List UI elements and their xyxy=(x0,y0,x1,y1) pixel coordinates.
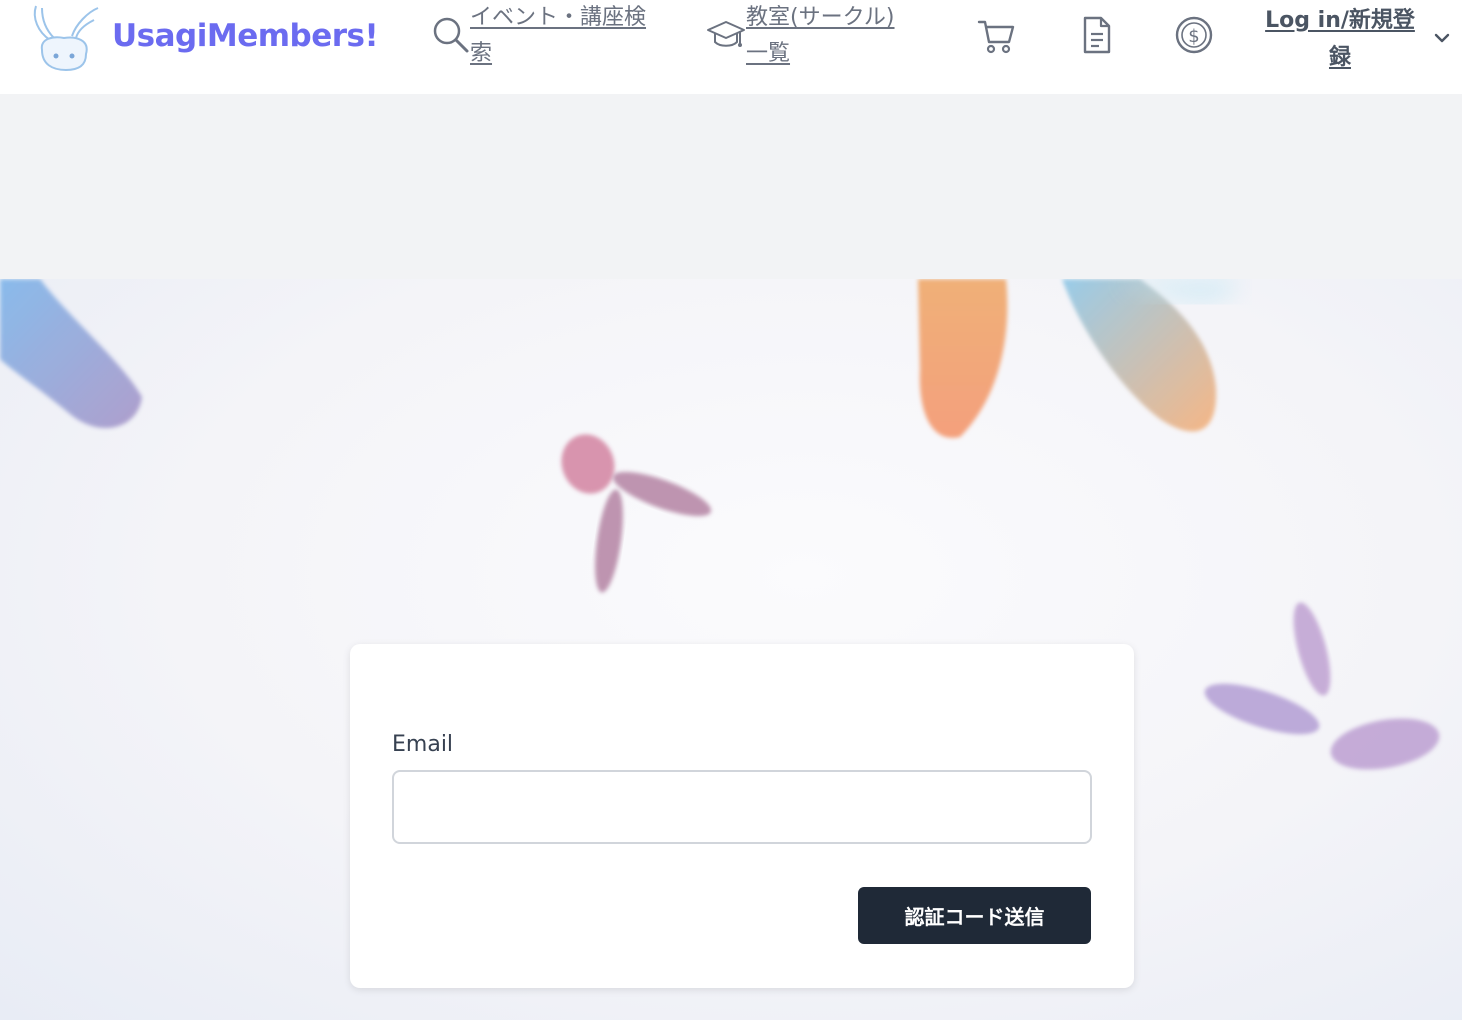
brand-name[interactable]: UsagiMembers! xyxy=(112,18,379,54)
gray-spacer xyxy=(0,94,1462,279)
graduation-cap-icon xyxy=(707,21,745,47)
site-header: UsagiMembers! イベント・講座検索 教室(サークル)一覧 $ Log… xyxy=(0,0,1462,94)
document-icon[interactable] xyxy=(1076,14,1116,56)
search-icon xyxy=(433,17,469,53)
chevron-down-icon[interactable] xyxy=(1432,28,1452,48)
cart-icon[interactable] xyxy=(976,14,1016,56)
svg-text:$: $ xyxy=(1188,26,1199,47)
nav-event-search[interactable]: イベント・講座検索 xyxy=(430,0,650,72)
login-register-link[interactable]: Log in/新規登録 xyxy=(1262,2,1418,76)
nav-class-list-label: 教室(サークル)一覧 xyxy=(746,5,895,66)
nav-event-search-label: イベント・講座検索 xyxy=(470,5,647,66)
dollar-icon[interactable]: $ xyxy=(1174,14,1214,56)
email-label: Email xyxy=(392,732,454,757)
rabbit-logo-icon[interactable] xyxy=(28,2,104,74)
send-verification-code-button[interactable]: 認証コード送信 xyxy=(858,887,1091,944)
email-verification-card: Email 認証コード送信 xyxy=(350,644,1134,988)
nav-class-list[interactable]: 教室(サークル)一覧 xyxy=(706,0,916,72)
email-field[interactable] xyxy=(392,770,1092,844)
